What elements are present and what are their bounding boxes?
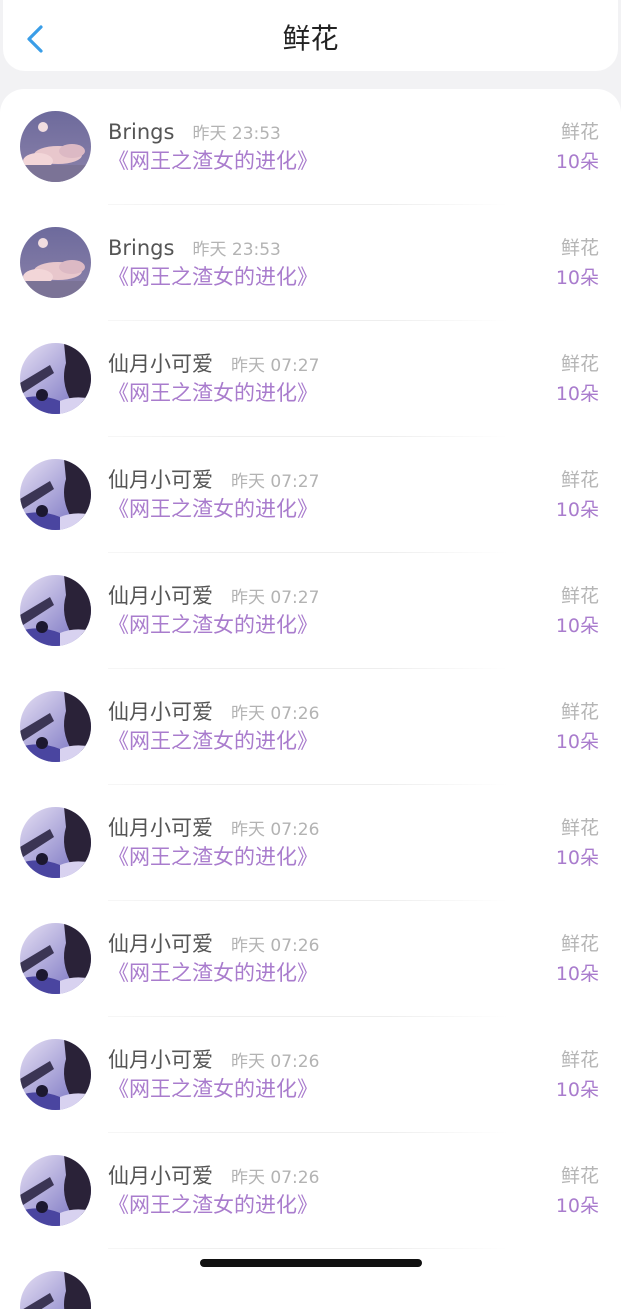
user-name-line: 仙月小可爱 昨天 07:26 xyxy=(108,814,319,844)
user-name: 仙月小可爱 xyxy=(108,352,213,376)
gift-count: 10朵 xyxy=(555,151,599,173)
avatar[interactable] xyxy=(20,691,91,762)
book-title[interactable]: 《网王之渣女的进化》 xyxy=(108,727,318,755)
timestamp: 昨天 07:26 xyxy=(231,1168,320,1188)
gift-type: 鲜花 xyxy=(560,933,599,955)
gift-count: 10朵 xyxy=(555,1079,599,1101)
timestamp: 昨天 07:27 xyxy=(231,356,320,376)
avatar[interactable] xyxy=(20,343,91,414)
gift-count: 10朵 xyxy=(555,1195,599,1217)
user-name: Brings xyxy=(108,120,175,144)
moon-clouds-avatar-image xyxy=(20,111,91,182)
avatar[interactable] xyxy=(20,111,91,182)
avatar[interactable] xyxy=(20,227,91,298)
avatar[interactable] xyxy=(20,575,91,646)
anime-girl-avatar-image xyxy=(20,691,91,762)
timestamp: 昨天 07:26 xyxy=(231,820,320,840)
avatar[interactable] xyxy=(20,1155,91,1226)
user-name: 仙月小可爱 xyxy=(108,584,213,608)
flower-gift-list: Brings 昨天 23:53 《网王之渣女的进化》 鲜花 10朵 Brings 昨… xyxy=(0,89,621,1309)
timestamp: 昨天 07:27 xyxy=(231,588,320,608)
user-name: 仙月小可爱 xyxy=(108,1048,213,1072)
user-name-line: Brings 昨天 23:53 xyxy=(108,234,281,264)
anime-girl-avatar-image xyxy=(20,343,91,414)
book-title[interactable]: 《网王之渣女的进化》 xyxy=(108,1191,318,1219)
list-item[interactable]: 仙月小可爱 昨天 07:26 《网王之渣女的进化》 鲜花 10朵 xyxy=(0,785,621,901)
user-name: Brings xyxy=(108,236,175,260)
user-name-line: 仙月小可爱 昨天 07:27 xyxy=(108,350,319,380)
list-item[interactable]: 仙月小可爱 昨天 07:26 《网王之渣女的进化》 鲜花 10朵 xyxy=(0,669,621,785)
home-indicator[interactable] xyxy=(200,1259,422,1267)
gift-type: 鲜花 xyxy=(560,1049,599,1071)
list-item[interactable]: Brings 昨天 23:53 《网王之渣女的进化》 鲜花 10朵 xyxy=(0,89,621,205)
user-name-line: 仙月小可爱 昨天 07:26 xyxy=(108,1046,319,1076)
user-name: 仙月小可爱 xyxy=(108,1164,213,1188)
list-item[interactable]: 仙月小可爱 昨天 07:27 《网王之渣女的进化》 鲜花 10朵 xyxy=(0,321,621,437)
gift-count: 10朵 xyxy=(555,267,599,289)
gift-count: 10朵 xyxy=(555,963,599,985)
list-item[interactable]: 仙月小可爱 昨天 07:27 《网王之渣女的进化》 鲜花 10朵 xyxy=(0,437,621,553)
page-title: 鲜花 xyxy=(282,22,339,55)
anime-girl-avatar-image xyxy=(20,575,91,646)
book-title[interactable]: 《网王之渣女的进化》 xyxy=(108,379,318,407)
book-title[interactable]: 《网王之渣女的进化》 xyxy=(108,843,318,871)
list-item[interactable] xyxy=(0,1249,621,1309)
book-title[interactable]: 《网王之渣女的进化》 xyxy=(108,263,318,291)
avatar[interactable] xyxy=(20,459,91,530)
book-title[interactable]: 《网王之渣女的进化》 xyxy=(108,611,318,639)
timestamp: 昨天 07:26 xyxy=(231,704,320,724)
book-title[interactable]: 《网王之渣女的进化》 xyxy=(108,495,318,523)
avatar[interactable] xyxy=(20,807,91,878)
moon-clouds-avatar-image xyxy=(20,227,91,298)
user-name: 仙月小可爱 xyxy=(108,468,213,492)
gift-count: 10朵 xyxy=(555,615,599,637)
anime-girl-avatar-image xyxy=(20,1039,91,1110)
avatar[interactable] xyxy=(20,923,91,994)
gift-type: 鲜花 xyxy=(560,817,599,839)
gift-type: 鲜花 xyxy=(560,701,599,723)
user-name-line: Brings 昨天 23:53 xyxy=(108,118,281,148)
book-title[interactable]: 《网王之渣女的进化》 xyxy=(108,147,318,175)
timestamp: 昨天 07:26 xyxy=(231,936,320,956)
gift-type: 鲜花 xyxy=(560,237,599,259)
user-name: 仙月小可爱 xyxy=(108,932,213,956)
list-item[interactable]: 仙月小可爱 昨天 07:27 《网王之渣女的进化》 鲜花 10朵 xyxy=(0,553,621,669)
timestamp: 昨天 07:26 xyxy=(231,1052,320,1072)
gift-count: 10朵 xyxy=(555,499,599,521)
gift-type: 鲜花 xyxy=(560,585,599,607)
gift-type: 鲜花 xyxy=(560,469,599,491)
user-name-line: 仙月小可爱 昨天 07:27 xyxy=(108,466,319,496)
book-title[interactable]: 《网王之渣女的进化》 xyxy=(108,959,318,987)
top-bar: 鲜花 xyxy=(3,0,618,71)
gift-count: 10朵 xyxy=(555,847,599,869)
timestamp: 昨天 23:53 xyxy=(192,124,281,144)
user-name-line: 仙月小可爱 昨天 07:26 xyxy=(108,930,319,960)
avatar[interactable] xyxy=(20,1039,91,1110)
anime-girl-avatar-image xyxy=(20,807,91,878)
list-item[interactable]: Brings 昨天 23:53 《网王之渣女的进化》 鲜花 10朵 xyxy=(0,205,621,321)
anime-girl-avatar-image xyxy=(20,1271,91,1309)
gift-type: 鲜花 xyxy=(560,1165,599,1187)
book-title[interactable]: 《网王之渣女的进化》 xyxy=(108,1075,318,1103)
anime-girl-avatar-image xyxy=(20,1155,91,1226)
list-item[interactable]: 仙月小可爱 昨天 07:26 《网王之渣女的进化》 鲜花 10朵 xyxy=(0,1017,621,1133)
user-name-line: 仙月小可爱 昨天 07:27 xyxy=(108,582,319,612)
user-name: 仙月小可爱 xyxy=(108,700,213,724)
timestamp: 昨天 23:53 xyxy=(192,240,281,260)
list-item[interactable]: 仙月小可爱 昨天 07:26 《网王之渣女的进化》 鲜花 10朵 xyxy=(0,1133,621,1249)
user-name: 仙月小可爱 xyxy=(108,816,213,840)
gift-count: 10朵 xyxy=(555,731,599,753)
user-name-line: 仙月小可爱 昨天 07:26 xyxy=(108,698,319,728)
anime-girl-avatar-image xyxy=(20,459,91,530)
gift-count: 10朵 xyxy=(555,383,599,405)
timestamp: 昨天 07:27 xyxy=(231,472,320,492)
list-item[interactable]: 仙月小可爱 昨天 07:26 《网王之渣女的进化》 鲜花 10朵 xyxy=(0,901,621,1017)
avatar[interactable] xyxy=(20,1271,91,1309)
gift-type: 鲜花 xyxy=(560,121,599,143)
user-name-line: 仙月小可爱 昨天 07:26 xyxy=(108,1162,319,1192)
anime-girl-avatar-image xyxy=(20,923,91,994)
gift-type: 鲜花 xyxy=(560,353,599,375)
